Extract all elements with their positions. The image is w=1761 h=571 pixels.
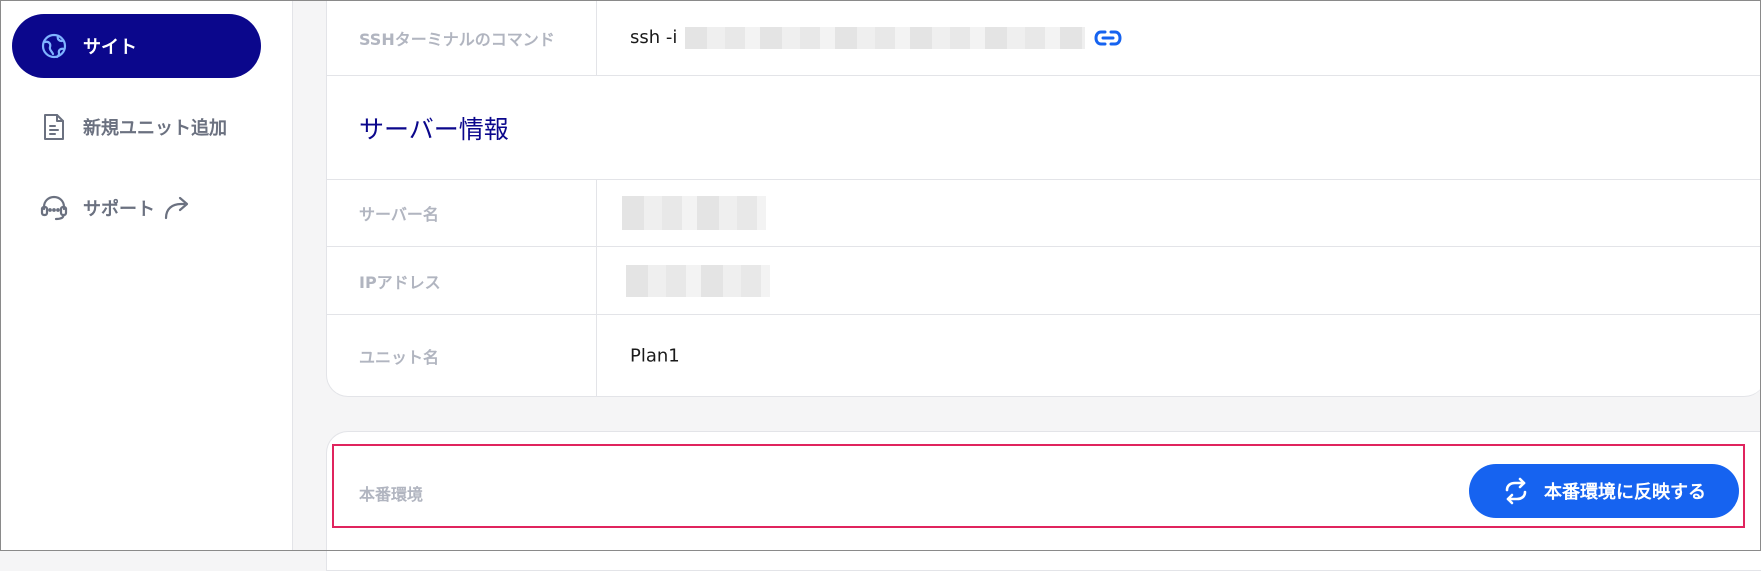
sidebar: サイト 新規ユニット追加 サポート (0, 0, 293, 551)
server-name-value (622, 196, 766, 230)
ssh-command-row: SSHターミナルのコマンド ssh -i (327, 0, 1761, 76)
unit-name-label: ユニット名 (359, 348, 440, 367)
deploy-button-label: 本番環境に反映する (1544, 482, 1706, 502)
sidebar-item-label: サイト (83, 37, 137, 58)
unit-name-value: Plan1 (630, 345, 680, 367)
column-divider (596, 315, 597, 397)
redacted-ssh-key (685, 26, 1086, 49)
redacted-ip-address (626, 264, 770, 297)
external-link-icon (163, 195, 193, 221)
headset-icon (39, 193, 69, 223)
deploy-to-production-button[interactable]: 本番環境に反映する (1469, 464, 1739, 518)
column-divider (596, 180, 597, 246)
redacted-server-name (622, 196, 766, 230)
globe-icon (39, 31, 69, 61)
production-label: 本番環境 (359, 485, 424, 504)
sidebar-item-site[interactable]: サイト (12, 14, 261, 78)
section-title: サーバー情報 (359, 114, 509, 144)
ssh-command-value: ssh -i (630, 26, 1123, 49)
ip-address-label: IPアドレス (359, 272, 441, 292)
ssh-command-label: SSHターミナルのコマンド (359, 29, 555, 49)
server-name-row: サーバー名 (327, 180, 1761, 247)
server-info-header: サーバー情報 (327, 76, 1761, 180)
sidebar-item-label: 新規ユニット追加 (83, 118, 227, 139)
sidebar-item-add-unit[interactable]: 新規ユニット追加 (12, 95, 261, 159)
ip-address-row: IPアドレス (327, 247, 1761, 315)
column-divider (596, 247, 597, 314)
server-name-label: サーバー名 (359, 205, 439, 224)
ssh-command-prefix: ssh -i (630, 27, 678, 48)
ip-address-value (626, 264, 770, 297)
sidebar-item-support[interactable]: サポート (12, 176, 261, 240)
server-info-card: SSHターミナルのコマンド ssh -i サーバー情報 サーバー名 IPアドレス (326, 0, 1761, 397)
unit-name-row: ユニット名 Plan1 (327, 315, 1761, 397)
link-icon[interactable] (1093, 28, 1123, 48)
document-icon (39, 112, 69, 142)
sidebar-item-label: サポート (83, 199, 155, 220)
column-divider (596, 0, 597, 75)
refresh-icon (1502, 477, 1530, 505)
